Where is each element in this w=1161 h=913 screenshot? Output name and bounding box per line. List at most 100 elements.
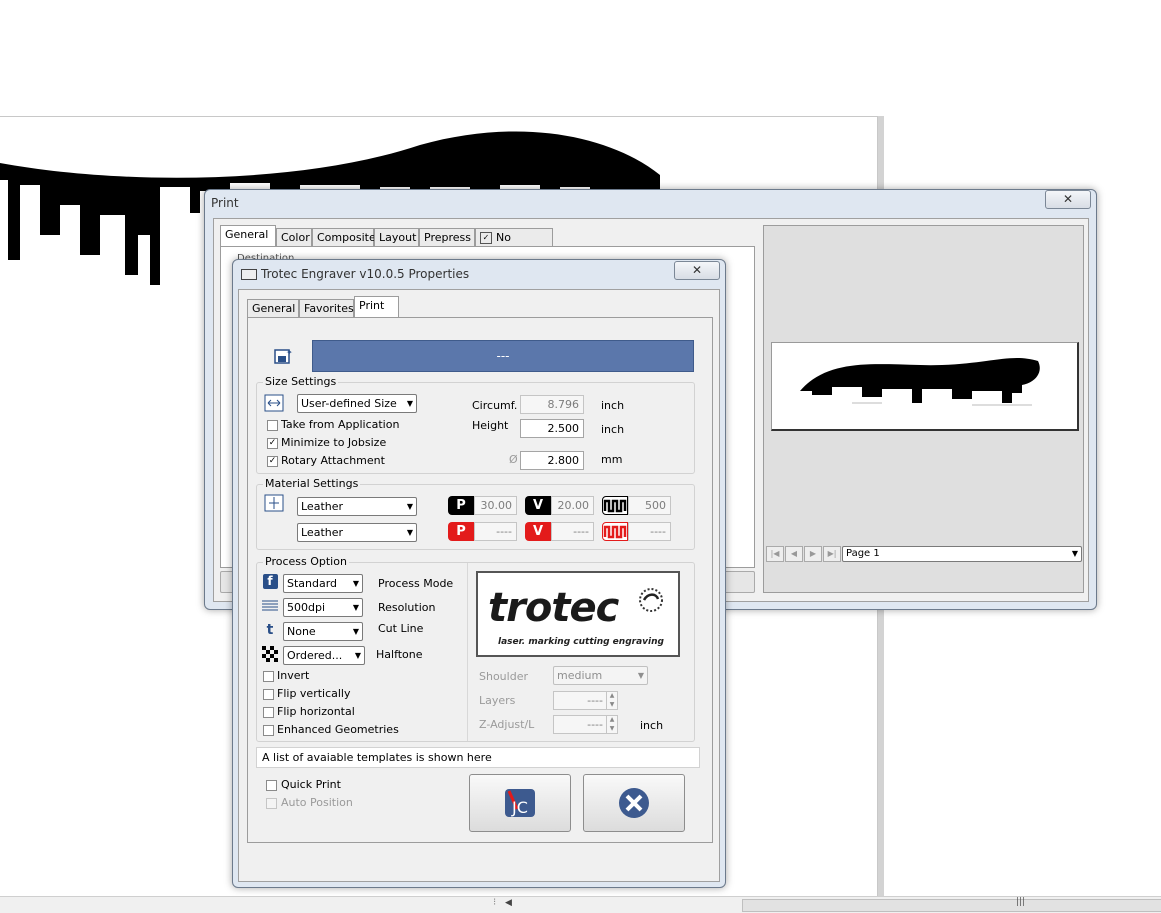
preview-skyline (800, 357, 1040, 406)
save-template-icon[interactable]: ✦ (272, 346, 294, 366)
velocity-badge-black: V (525, 496, 551, 515)
cut-line-label: Cut Line (378, 622, 424, 635)
circumf-label: Circumf. (472, 399, 518, 412)
diameter-input[interactable]: 2.800 (520, 451, 584, 470)
frequency-input-1[interactable]: 500 (628, 496, 671, 515)
job-control-icon: JC (505, 789, 535, 817)
trotec-dialog-close-button[interactable]: ✕ (674, 261, 720, 280)
flip-horizontal-checkbox[interactable] (263, 707, 274, 718)
chevron-down-icon: ▼ (354, 651, 361, 660)
last-page-icon[interactable]: ▶| (823, 546, 841, 562)
spin-up-icon[interactable]: ▲ (607, 691, 617, 700)
material-select-1[interactable]: Leather ▼ (297, 497, 417, 516)
material-select-2[interactable]: Leather ▼ (297, 523, 417, 542)
preview-page-select[interactable]: Page 1 ▼ (842, 546, 1082, 562)
material-select-1-value: Leather (301, 500, 344, 513)
chevron-down-icon: ▼ (406, 528, 413, 537)
quick-print-label: Quick Print (281, 778, 341, 791)
diameter-unit: mm (601, 453, 623, 466)
tab-color[interactable]: Color (276, 228, 312, 246)
job-control-button[interactable]: JC (469, 774, 571, 832)
print-tab-content: ✦ --- Size Settings User-defined Size ▼ T… (247, 317, 713, 843)
spin-down-icon[interactable]: ▼ (607, 700, 617, 709)
tab-print[interactable]: Print (354, 296, 399, 317)
trotec-dialog-body: General Favorites Print ✦ --- Size Setti… (238, 289, 720, 882)
scroll-thumb[interactable] (742, 899, 1161, 912)
splitter-grip-icon: ⁝ (493, 897, 497, 908)
size-select[interactable]: User-defined Size ▼ (297, 394, 417, 413)
height-label: Height (472, 419, 509, 432)
enhanced-geometries-checkbox[interactable] (263, 725, 274, 736)
resolution-label: Resolution (378, 601, 436, 614)
resize-icon (263, 393, 285, 413)
auto-position-checkbox[interactable] (266, 798, 277, 809)
tab-composite[interactable]: Composite (312, 228, 376, 246)
svg-text:✦: ✦ (286, 348, 293, 357)
quick-print-checkbox[interactable] (266, 780, 277, 791)
cut-line-value: None (287, 625, 316, 638)
preview-page-value: Page 1 (846, 548, 880, 559)
shoulder-select[interactable]: medium ▼ (553, 666, 648, 685)
velocity-input-1[interactable]: 20.00 (551, 496, 594, 515)
process-mode-icon: f (261, 571, 279, 591)
flip-vertically-checkbox[interactable] (263, 689, 274, 700)
chevron-down-icon: ▼ (352, 603, 359, 612)
invert-checkbox[interactable] (263, 671, 274, 682)
minimize-to-jobsize-checkbox[interactable]: ✓ (267, 438, 278, 449)
size-select-value: User-defined Size (301, 397, 397, 410)
halftone-select[interactable]: Ordered... ▼ (283, 646, 365, 665)
tab-general[interactable]: General (220, 225, 276, 246)
velocity-input-2[interactable]: ---- (551, 522, 594, 541)
preview-page (771, 342, 1079, 431)
scroll-left-icon[interactable]: ◀ (505, 898, 512, 908)
trotec-dialog-title: Trotec Engraver v10.0.5 Properties (261, 267, 470, 281)
power-input-1[interactable]: 30.00 (474, 496, 517, 515)
invert-label: Invert (277, 669, 310, 682)
process-mode-select[interactable]: Standard ▼ (283, 574, 363, 593)
tab-no-issues[interactable]: ✓ No Issues (475, 228, 553, 262)
trotec-logo-tagline: laser. marking cutting engraving (498, 637, 664, 647)
take-from-application-label: Take from Application (281, 418, 400, 431)
layers-label: Layers (479, 694, 516, 707)
template-bar[interactable]: --- (312, 340, 694, 372)
tab-favorites[interactable]: Favorites (299, 299, 354, 317)
material-icon (263, 493, 285, 513)
printer-icon (241, 269, 257, 280)
circumf-input[interactable]: 8.796 (520, 395, 584, 414)
process-divider (467, 563, 468, 741)
spin-up-icon[interactable]: ▲ (607, 715, 617, 724)
horizontal-scrollbar[interactable]: ⁝ ◀ ||| (0, 896, 1161, 913)
cancel-icon (619, 788, 649, 818)
resolution-select[interactable]: 500dpi ▼ (283, 598, 363, 617)
svg-text:JC: JC (511, 798, 528, 817)
height-input[interactable]: 2.500 (520, 419, 584, 438)
material-select-2-value: Leather (301, 526, 344, 539)
next-page-icon[interactable]: ▶ (804, 546, 822, 562)
take-from-application-checkbox[interactable] (267, 420, 278, 431)
rotary-attachment-checkbox[interactable]: ✓ (267, 456, 278, 467)
size-settings-title: Size Settings (263, 375, 339, 388)
trotec-properties-dialog: Trotec Engraver v10.0.5 Properties ✕ Gen… (232, 259, 726, 888)
power-badge-black: P (448, 496, 474, 515)
process-option-title: Process Option (263, 555, 349, 568)
first-page-icon[interactable]: |◀ (766, 546, 784, 562)
prev-page-icon[interactable]: ◀ (785, 546, 803, 562)
zadjust-spinner[interactable]: ▲ ▼ (606, 715, 617, 734)
zadjust-label: Z-Adjust/L (479, 718, 535, 731)
print-preview-area: |◀ ◀ ▶ ▶| Page 1 ▼ (763, 225, 1084, 593)
cut-line-select[interactable]: None ▼ (283, 622, 363, 641)
tab-prepress[interactable]: Prepress (419, 228, 475, 246)
spin-down-icon[interactable]: ▼ (607, 724, 617, 733)
power-input-2[interactable]: ---- (474, 522, 517, 541)
rotary-attachment-label: Rotary Attachment (281, 454, 385, 467)
tab-trotec-general[interactable]: General (247, 299, 299, 317)
print-dialog-title: Print (211, 196, 239, 210)
tab-layout[interactable]: Layout (374, 228, 419, 246)
frequency-input-2[interactable]: ---- (628, 522, 671, 541)
flip-vertically-label: Flip vertically (277, 687, 351, 700)
print-dialog-close-button[interactable]: ✕ (1045, 190, 1091, 209)
frequency-icon-red (602, 522, 628, 541)
cancel-button[interactable] (583, 774, 685, 832)
process-option-group: Process Option f Standard ▼ Process Mode … (256, 555, 695, 742)
layers-spinner[interactable]: ▲ ▼ (606, 691, 617, 710)
